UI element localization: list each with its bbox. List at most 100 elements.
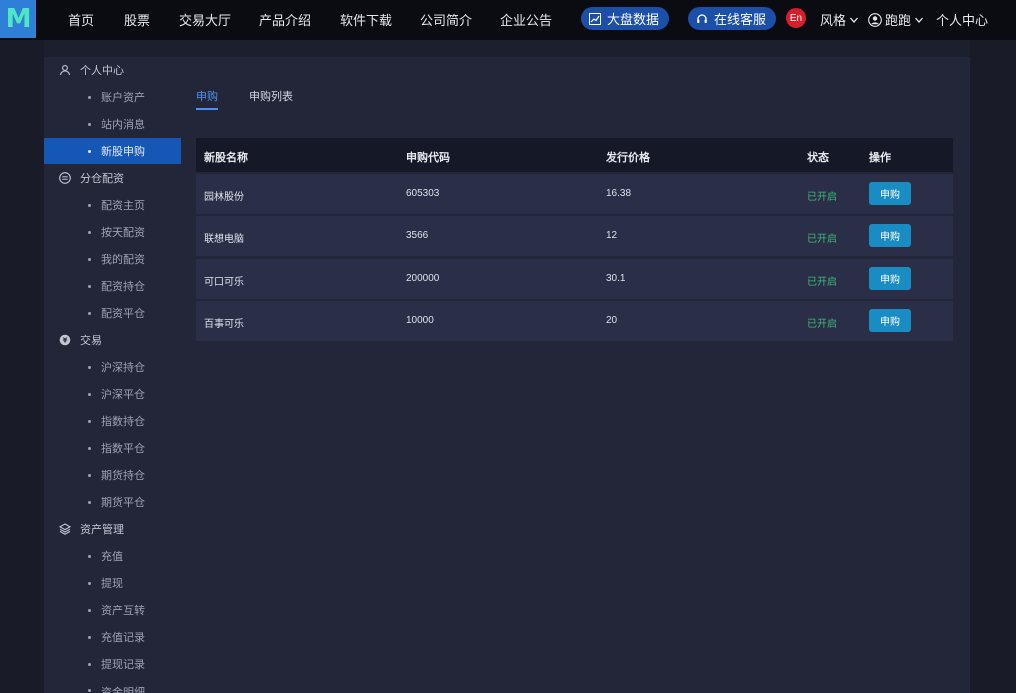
cell-code: 3566 (406, 230, 429, 241)
sidebar-item-index-positions[interactable]: 指数持仓 (44, 408, 181, 434)
sidebar-item-label: 配资平仓 (101, 308, 145, 320)
column-header-status: 状态 (807, 152, 829, 164)
sidebar-item-asset-transfer[interactable]: 资产互转 (44, 597, 181, 623)
tab-subscribe[interactable]: 申购 (196, 88, 218, 104)
cell-price: 12 (606, 230, 618, 241)
nav-stocks[interactable]: 股票 (124, 10, 150, 29)
chevron-down-icon (850, 17, 859, 23)
yuan-coin-icon: ¥ (59, 334, 71, 346)
language-toggle[interactable]: En (786, 8, 806, 28)
sidebar-item-a-share-closed[interactable]: 沪深平仓 (44, 381, 181, 407)
cell-code: 605303 (406, 188, 440, 199)
cell-name: 可口可乐 (204, 277, 244, 288)
style-dropdown[interactable]: 风格 (820, 10, 859, 29)
cell-price: 16.38 (606, 188, 632, 199)
sidebar-item-my-allocation[interactable]: 我的配资 (44, 246, 181, 272)
sidebar-item-withdraw[interactable]: 提现 (44, 570, 181, 596)
sidebar-item-label: 账户资产 (101, 92, 145, 104)
sidebar-item-allocation-positions[interactable]: 配资持仓 (44, 273, 181, 299)
logo[interactable]: M (0, 0, 36, 38)
username: 跑跑 (885, 13, 912, 28)
section-title: 分仓配资 (80, 173, 124, 185)
user-dropdown[interactable]: 跑跑 (868, 10, 924, 29)
sidebar-item-label: 充值记录 (101, 632, 145, 644)
sidebar-item-label: 配资主页 (101, 200, 145, 212)
sidebar-item-daily-allocation[interactable]: 按天配资 (44, 219, 181, 245)
status-badge: 已开启 (807, 192, 837, 203)
status-badge: 已开启 (807, 319, 837, 330)
nav-software-download[interactable]: 软件下载 (340, 10, 392, 29)
avatar-icon (868, 12, 882, 27)
user-icon (59, 64, 71, 76)
nav-products[interactable]: 产品介绍 (259, 10, 311, 29)
sidebar-item-withdraw-records[interactable]: 提现记录 (44, 651, 181, 677)
sidebar-item-label: 配资持仓 (101, 281, 145, 293)
sidebar-item-label: 沪深持仓 (101, 362, 145, 374)
svg-text:¥: ¥ (63, 337, 68, 345)
chevron-down-icon (915, 17, 924, 23)
cell-name: 百事可乐 (204, 319, 244, 330)
headset-icon (697, 13, 707, 23)
sidebar-item-deposit-records[interactable]: 充值记录 (44, 624, 181, 650)
nav-personal-center[interactable]: 个人中心 (936, 10, 988, 29)
layers-icon (59, 523, 71, 535)
sidebar-item-label: 新股申购 (101, 146, 145, 158)
cell-name: 联想电脑 (204, 234, 244, 245)
status-badge: 已开启 (807, 277, 837, 288)
section-title: 交易 (80, 335, 102, 347)
sidebar-item-label: 充值 (101, 551, 123, 563)
sidebar-section-allocation[interactable]: 分仓配资 (44, 165, 181, 191)
cell-name: 园林股份 (204, 192, 244, 203)
sidebar-item-deposit[interactable]: 充值 (44, 543, 181, 569)
sidebar-item-allocation-home[interactable]: 配资主页 (44, 192, 181, 218)
table-header: 新股名称 申购代码 发行价格 状态 操作 (196, 138, 953, 172)
table-row: 可口可乐 200000 30.1 已开启 申购 (196, 259, 953, 299)
tab-subscription-list[interactable]: 申购列表 (249, 88, 293, 104)
background-right (970, 40, 1016, 693)
sidebar-item-label: 站内消息 (101, 119, 145, 131)
sidebar-item-index-closed[interactable]: 指数平仓 (44, 435, 181, 461)
cell-price: 20 (606, 315, 618, 326)
market-data-button[interactable]: 大盘数据 (581, 7, 670, 30)
sidebar-item-label: 指数持仓 (101, 416, 145, 428)
cell-price: 30.1 (606, 273, 626, 284)
table-row: 百事可乐 10000 20 已开启 申购 (196, 301, 953, 341)
sidebar-item-label: 提现记录 (101, 659, 145, 671)
subscribe-button[interactable]: 申购 (869, 267, 911, 290)
status-badge: 已开启 (807, 234, 837, 245)
sidebar-item-label: 期货平仓 (101, 497, 145, 509)
sidebar-item-label: 指数平仓 (101, 443, 145, 455)
sidebar-item-label: 按天配资 (101, 227, 145, 239)
subscribe-button[interactable]: 申购 (869, 182, 911, 205)
sidebar-item-a-share-positions[interactable]: 沪深持仓 (44, 354, 181, 380)
table-row: 联想电脑 3566 12 已开启 申购 (196, 216, 953, 256)
nav-trading-hall[interactable]: 交易大厅 (179, 10, 231, 29)
online-service-label: 在线客服 (714, 12, 767, 27)
online-service-button[interactable]: 在线客服 (688, 7, 777, 30)
sidebar-item-label: 资产互转 (101, 605, 145, 617)
sidebar-item-futures-positions[interactable]: 期货持仓 (44, 462, 181, 488)
nav-company-profile[interactable]: 公司简介 (420, 10, 472, 29)
section-title: 个人中心 (80, 65, 124, 77)
section-title: 资产管理 (80, 524, 124, 536)
subscribe-button[interactable]: 申购 (869, 224, 911, 247)
sidebar-item-label: 提现 (101, 578, 123, 590)
top-navbar: M 首页 股票 交易大厅 产品介绍 软件下载 公司简介 企业公告 大盘数据 在线… (0, 0, 1016, 40)
sidebar-item-ipo-subscription[interactable]: 新股申购 (44, 138, 181, 164)
style-label: 风格 (820, 13, 847, 28)
sidebar-item-messages[interactable]: 站内消息 (44, 111, 181, 137)
sidebar-section-asset-management[interactable]: 资产管理 (44, 516, 181, 542)
sidebar-item-account-assets[interactable]: 账户资产 (44, 84, 181, 110)
sidebar-item-label: 资金明细 (101, 687, 145, 693)
subscribe-button[interactable]: 申购 (869, 309, 911, 332)
market-data-label: 大盘数据 (607, 12, 660, 27)
sidebar-item-fund-details[interactable]: 资金明细 (44, 678, 181, 693)
background-left (0, 40, 44, 693)
column-header-code: 申购代码 (406, 152, 450, 164)
sidebar-section-trading[interactable]: ¥ 交易 (44, 327, 181, 353)
nav-announcements[interactable]: 企业公告 (500, 10, 552, 29)
nav-home[interactable]: 首页 (68, 10, 94, 29)
sidebar-item-futures-closed[interactable]: 期货平仓 (44, 489, 181, 515)
sidebar-item-allocation-closed[interactable]: 配资平仓 (44, 300, 181, 326)
sidebar-section-personal-center[interactable]: 个人中心 (44, 57, 181, 83)
